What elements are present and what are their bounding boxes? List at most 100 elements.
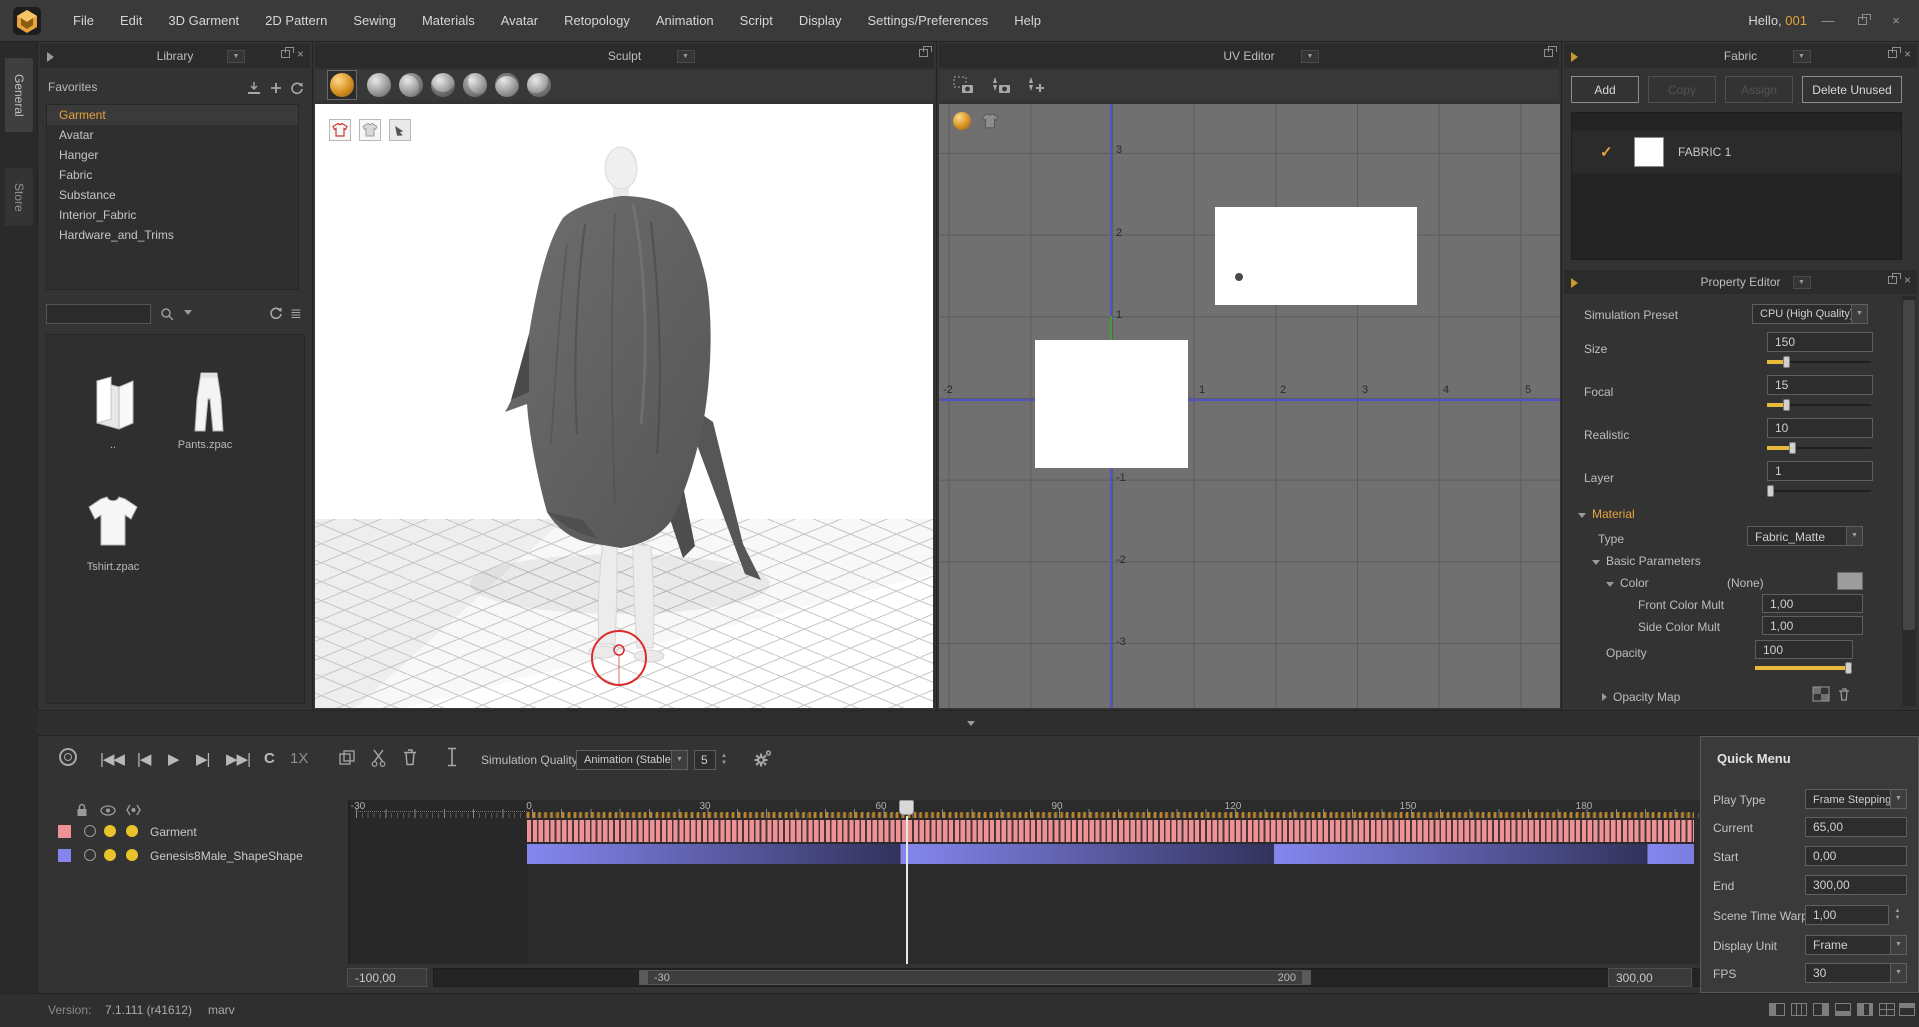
panel-collapse-icon[interactable] [1571, 278, 1578, 288]
previous-frame-button[interactable]: |◀ [137, 750, 150, 768]
menu-script[interactable]: Script [727, 7, 786, 34]
thumb-left-grip[interactable] [640, 971, 648, 984]
size-input[interactable]: 150 [1767, 332, 1873, 352]
favorite-item-hardware-and-trims[interactable]: Hardware_and_Trims [47, 225, 298, 245]
menu-file[interactable]: File [60, 7, 107, 34]
fabric-add-button[interactable]: Add [1571, 76, 1639, 103]
uv-panel-menu-dropdown[interactable]: ▼ [1301, 50, 1319, 63]
play-type-dropdown[interactable]: Frame Stepping▼ [1805, 789, 1907, 809]
layer-input[interactable]: 1 [1767, 461, 1873, 481]
close-panel-icon[interactable]: × [1904, 275, 1911, 285]
step-spinner[interactable]: ▲▼ [718, 750, 730, 770]
scrollbar-thumb[interactable] [1903, 300, 1915, 630]
timeline-collapse-strip[interactable] [37, 710, 1919, 736]
fabric-list-item[interactable]: ✓ FABRIC 1 [1572, 131, 1901, 173]
playback-speed-button[interactable]: 1X [290, 750, 308, 767]
float-panel-icon[interactable] [1888, 276, 1897, 284]
opacity-slider[interactable] [1755, 662, 1853, 674]
favorite-item-interior-fabric[interactable]: Interior_Fabric [47, 205, 298, 225]
opacity-map-texture-button[interactable] [1812, 686, 1830, 702]
sculpt-brush-strands-icon[interactable] [431, 73, 455, 97]
next-frame-button[interactable]: ▶| [196, 750, 209, 768]
record-button[interactable] [59, 748, 77, 766]
go-to-end-button[interactable]: ▶▶| [226, 750, 250, 768]
realistic-input[interactable]: 10 [1767, 418, 1873, 438]
front-color-mult-input[interactable]: 1,00 [1762, 594, 1863, 613]
sculpt-brush-noise-icon[interactable] [527, 73, 551, 97]
timeline-splitter[interactable] [348, 800, 350, 964]
fabric-swatch[interactable] [1634, 137, 1664, 167]
snapshot-arrange-icon[interactable] [989, 75, 1011, 95]
keyframes-genesis[interactable] [527, 844, 1694, 864]
current-frame-input[interactable]: 65,00 [1805, 817, 1907, 837]
menu-avatar[interactable]: Avatar [488, 7, 551, 34]
keyframe-mode-icon[interactable] [126, 803, 141, 817]
basic-parameters-section[interactable]: Basic Parameters [1592, 554, 1701, 568]
rail-tab-store[interactable]: Store [5, 168, 33, 226]
loop-button[interactable]: C [264, 750, 275, 767]
color-section[interactable]: Color [1606, 576, 1649, 590]
uv-texture-view-icon[interactable] [953, 112, 971, 130]
lock-tracks-icon[interactable] [76, 803, 88, 817]
arrange-plus-icon[interactable] [1025, 75, 1047, 95]
opacity-input[interactable]: 100 [1755, 640, 1853, 659]
import-icon[interactable] [246, 80, 262, 96]
insert-cursor-icon[interactable] [446, 747, 458, 767]
refresh-files-icon[interactable] [268, 305, 284, 321]
sculpt-brush-pin-icon[interactable] [463, 73, 487, 97]
start-frame-input[interactable]: 0,00 [1805, 846, 1907, 866]
minimize-button[interactable]: — [1815, 13, 1841, 28]
scene-time-warp-spinner[interactable]: ▲▼ [1891, 905, 1904, 925]
fabric-copy-button[interactable]: Copy [1648, 76, 1716, 103]
opacity-map-section[interactable]: Opacity Map [1602, 690, 1680, 704]
timeline-scrollbar[interactable]: -30 200 [433, 968, 1703, 987]
playhead-handle[interactable] [899, 800, 914, 815]
float-panel-icon[interactable] [919, 49, 928, 57]
search-filter-dropdown-icon[interactable] [184, 310, 192, 315]
range-min-input[interactable]: -100,00 [347, 968, 427, 987]
track-enabled-dot[interactable] [126, 849, 138, 861]
menu-2d-pattern[interactable]: 2D Pattern [252, 7, 340, 34]
float-panel-icon[interactable] [281, 50, 290, 58]
panel-collapse-icon[interactable] [1571, 52, 1578, 62]
focal-input[interactable]: 15 [1767, 375, 1873, 395]
library-panel-menu-dropdown[interactable]: ▼ [227, 50, 245, 63]
sculpt-panel-menu-dropdown[interactable]: ▼ [677, 50, 695, 63]
play-button[interactable]: ▶ [168, 750, 179, 768]
close-panel-icon[interactable]: × [1904, 49, 1911, 59]
favorite-item-fabric[interactable]: Fabric [47, 165, 298, 185]
track-enabled-dot[interactable] [104, 825, 116, 837]
visibility-tracks-icon[interactable] [100, 805, 116, 816]
fps-dropdown[interactable]: 30▼ [1805, 963, 1907, 983]
menu-materials[interactable]: Materials [409, 7, 488, 34]
property-editor-menu-dropdown[interactable]: ▼ [1793, 276, 1811, 289]
delete-keyframe-icon[interactable] [402, 748, 418, 766]
file-label[interactable]: Pants.zpac [178, 439, 232, 451]
float-panel-icon[interactable] [1888, 50, 1897, 58]
sculpt-brush-smooth-icon[interactable] [367, 73, 391, 97]
file-label[interactable]: .. [110, 439, 116, 451]
timeline-scrollbar-thumb[interactable]: -30 200 [639, 970, 1311, 985]
display-unit-dropdown[interactable]: Frame▼ [1805, 935, 1907, 955]
search-icon[interactable] [160, 307, 175, 322]
go-to-start-button[interactable]: |◀◀ [100, 750, 124, 768]
focal-slider[interactable] [1767, 399, 1871, 411]
uv-pattern-point[interactable] [1235, 273, 1243, 281]
menu-retopology[interactable]: Retopology [551, 7, 643, 34]
menu-3d-garment[interactable]: 3D Garment [155, 7, 252, 34]
sculpt-brush-cage-icon[interactable] [495, 73, 519, 97]
size-slider[interactable] [1767, 356, 1871, 368]
3d-viewport[interactable] [315, 104, 933, 708]
opacity-map-delete-button[interactable] [1836, 686, 1852, 702]
keyframes-garment[interactable] [527, 820, 1694, 842]
favorite-item-substance[interactable]: Substance [47, 185, 298, 205]
uv-canvas[interactable]: -2 1 2 3 4 5 3 2 1 -1 -2 -3 [939, 104, 1560, 708]
close-button[interactable]: × [1883, 13, 1909, 28]
keyframe-area[interactable]: -30 0 30 60 90 120 150 180 [350, 800, 1701, 964]
cut-keyframe-icon[interactable] [370, 748, 388, 767]
snapshot-pattern-icon[interactable] [953, 75, 975, 95]
layout-preset-icon[interactable] [1835, 1003, 1851, 1016]
menu-settings-preferences[interactable]: Settings/Preferences [855, 7, 1002, 34]
color-swatch[interactable] [1837, 572, 1863, 590]
brush-selected-frame[interactable] [327, 70, 357, 100]
